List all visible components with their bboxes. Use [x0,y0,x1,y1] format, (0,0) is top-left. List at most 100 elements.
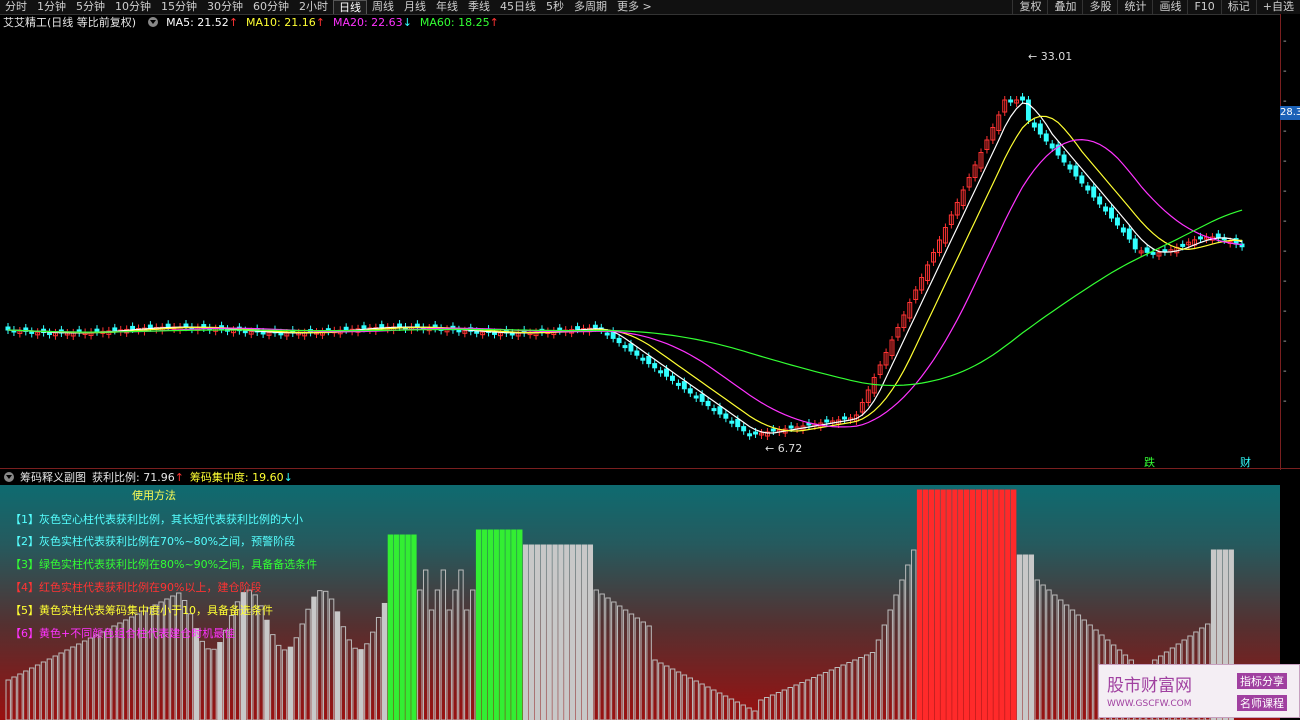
tab-14[interactable]: 5秒 [541,0,569,14]
profit-bar [199,640,205,720]
profit-bar [905,564,911,720]
tool-3[interactable]: 统计 [1117,0,1152,14]
profit-bar [334,611,341,720]
profit-bar [581,544,588,720]
profit-bar [493,529,499,720]
dropdown-circle-icon[interactable] [148,17,159,27]
tab-5[interactable]: 30分钟 [202,0,248,14]
indicator-pane[interactable]: 使用方法 【1】灰色空心柱代表获利比例，其长短代表获利比例的大小 【2】灰色实柱… [0,485,1280,720]
profit-bar [317,590,323,720]
profit-bar [705,686,711,720]
profit-bar [511,529,517,720]
profit-bar [664,665,670,720]
candle [705,400,711,407]
axis-tick: - [1283,156,1287,167]
candle [1085,185,1091,191]
candle [1215,233,1221,239]
profit-bar [275,644,282,720]
profit-bar [1069,609,1076,720]
profit-bar [528,544,535,720]
candle [681,381,687,390]
profit-bar [869,652,876,720]
candle [693,395,699,399]
candle [717,406,723,415]
profit-bar [934,489,940,720]
candle [1132,238,1138,250]
profit-bar [40,661,47,720]
profit-bar [375,616,382,720]
candle [1103,206,1109,212]
low-price-label: ← 6.72 [765,442,802,455]
candle [94,328,100,333]
tab-4[interactable]: 15分钟 [156,0,202,14]
legend-item-6: 【6】黄色+不同颜色组合柱代表建仓时机最佳 [10,627,236,640]
candle [1073,165,1079,177]
tab-8[interactable]: 日线 [333,0,367,14]
tab-11[interactable]: 年线 [431,0,463,14]
tab-2[interactable]: 5分钟 [71,0,110,14]
profit-bar [364,643,370,720]
candlestick-chart[interactable]: ← 33.01 ← 6.72 [0,30,1280,468]
axis-tick: - [1283,186,1287,197]
legend-item-2: 【2】灰色实柱代表获利比例在70%~80%之间，预警阶段 [10,535,296,548]
profit-bar [64,649,70,720]
profit-bar [76,643,82,720]
profit-bar [29,667,35,720]
candle [1091,186,1097,198]
watermark-brand: 股市财富网 [1107,676,1192,696]
tab-15[interactable]: 多周期 [569,0,612,14]
profit-bar [1087,624,1093,720]
profit-bar [669,668,676,720]
tab-10[interactable]: 月线 [399,0,431,14]
axis-tick: - [1283,126,1287,137]
candle [687,388,693,394]
tab-6[interactable]: 60分钟 [248,0,294,14]
tool-0[interactable]: 复权 [1012,0,1047,14]
tab-0[interactable]: 分时 [0,0,32,14]
profit-bar [834,667,840,720]
profit-bar [217,642,223,720]
candle [1079,175,1085,184]
profit-bar [805,679,811,720]
candle [664,368,669,377]
tool-buttons: 复权 叠加 多股 统计 画线 F10 标记 +自选 [1012,0,1300,14]
tab-13[interactable]: 45日线 [495,0,541,14]
candle [770,428,776,432]
profit-bar [1063,604,1070,720]
tool-5[interactable]: F10 [1187,0,1220,14]
profit-bar [399,534,405,720]
candle [616,337,622,344]
profit-bar [822,672,829,720]
profit-bar [634,617,641,720]
tool-2[interactable]: 多股 [1082,0,1117,14]
profit-bar [223,629,229,720]
profit-bar [323,590,329,720]
tab-3[interactable]: 10分钟 [110,0,156,14]
profit-bar [681,674,688,720]
profit-bar [1058,599,1064,720]
tab-7[interactable]: 2小时 [294,0,333,14]
tab-12[interactable]: 季线 [463,0,495,14]
tool-6[interactable]: 标记 [1220,0,1256,14]
profit-bar [93,634,100,720]
profit-bar [605,597,611,720]
ma5-label: MA5: 21.52↑ [166,15,239,29]
tool-1[interactable]: 叠加 [1047,0,1082,14]
profit-bar [646,625,652,720]
period-tabs: 分时 1分钟 5分钟 10分钟 15分钟 30分钟 60分钟 2小时 日线 周线 月线 年线 季线 45日… [0,0,657,14]
profit-bar [340,626,347,720]
profit-bar [781,689,788,720]
tool-4[interactable]: 画线 [1152,0,1187,14]
tab-1[interactable]: 1分钟 [32,0,71,14]
candle [1061,154,1067,163]
profit-bar [593,589,599,720]
tab-16[interactable]: 更多 > [612,0,657,14]
tab-9[interactable]: 周线 [367,0,399,14]
candle [842,416,847,420]
dropdown-circle-icon[interactable] [4,472,14,482]
axis-tick: - [1283,276,1287,287]
candle [456,329,462,333]
main-chart-header: 艾艾精工(日线 等比前复权) MA5: 21.52↑ MA10: 21.16↑ … [0,14,1280,30]
tool-7[interactable]: +自选 [1255,0,1300,14]
profit-bar [1046,589,1052,720]
